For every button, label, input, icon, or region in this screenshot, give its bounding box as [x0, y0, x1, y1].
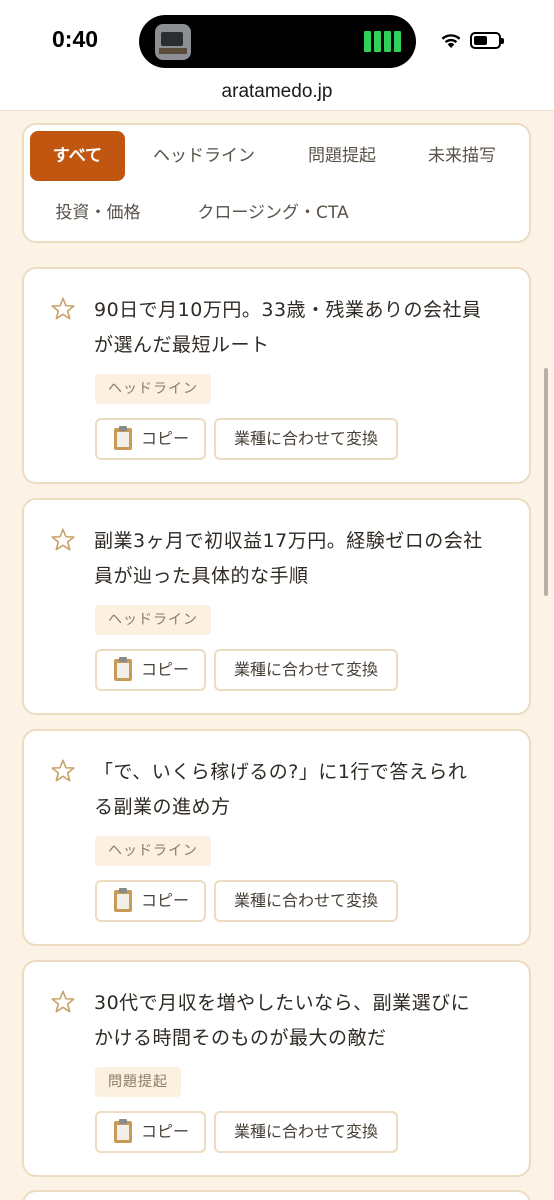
copy-button[interactable]: コピー	[95, 649, 206, 691]
star-icon[interactable]	[50, 527, 76, 553]
url-text[interactable]: aratamedo.jp	[222, 81, 333, 102]
clipboard-icon	[114, 1119, 132, 1143]
headline-line: 員が辿った具体的な手順	[94, 565, 309, 587]
article-headline: 90日で月10万円。33歳・残業ありの会社員 が選んだ最短ルート	[94, 293, 514, 363]
filter-all[interactable]: すべて	[30, 131, 125, 181]
filter-future[interactable]: 未来描写	[407, 131, 517, 181]
filter-headline[interactable]: ヘッドライン	[137, 131, 271, 181]
now-playing-thumbnail	[155, 24, 191, 60]
filter-closing[interactable]: クロージング・CTA	[176, 188, 370, 238]
category-tag: ヘッドライン	[95, 374, 211, 404]
article-headline: 「で、いくら稼げるの?」に1行で答えられ る副業の進め方	[94, 755, 514, 825]
dynamic-island[interactable]	[139, 15, 416, 68]
headline-line: 30代で月収を増やしたいなら、副業選びに	[94, 992, 471, 1014]
status-bar: 0:40	[0, 0, 554, 76]
article-card: 「で、いくら稼げるの?」に1行で答えられ る副業の進め方 ヘッドライン コピー …	[22, 729, 531, 946]
scrollbar[interactable]	[544, 368, 548, 596]
category-tag: ヘッドライン	[95, 605, 211, 635]
convert-button[interactable]: 業種に合わせて変換	[214, 1111, 398, 1153]
status-time: 0:40	[52, 26, 99, 52]
headline-line: が選んだ最短ルート	[94, 334, 270, 356]
copy-label: コピー	[141, 660, 190, 679]
copy-button[interactable]: コピー	[95, 880, 206, 922]
star-icon[interactable]	[50, 296, 76, 322]
category-tag: ヘッドライン	[95, 836, 211, 866]
category-filter: すべて ヘッドライン 問題提起 未来描写 投資・価格 クロージング・CTA	[22, 123, 531, 243]
clipboard-icon	[114, 888, 132, 912]
headline-line: 副業3ヶ月で初収益17万円。経験ゼロの会社	[94, 530, 483, 552]
category-tag: 問題提起	[95, 1067, 181, 1097]
copy-button[interactable]: コピー	[95, 418, 206, 460]
convert-button[interactable]: 業種に合わせて変換	[214, 649, 398, 691]
article-card: 90日で月10万円。33歳・残業ありの会社員 が選んだ最短ルート ヘッドライン …	[22, 267, 531, 484]
article-headline: 30代で月収を増やしたいなら、副業選びに かける時間そのものが最大の敵だ	[94, 986, 514, 1056]
convert-button[interactable]: 業種に合わせて変換	[214, 418, 398, 460]
copy-button[interactable]: コピー	[95, 1111, 206, 1153]
address-bar[interactable]: aratamedo.jp	[0, 76, 554, 111]
headline-line: 90日で月10万円。33歳・残業ありの会社員	[94, 299, 482, 321]
star-icon[interactable]	[50, 758, 76, 784]
battery-icon	[470, 32, 504, 49]
headline-line: る副業の進め方	[94, 796, 231, 818]
star-icon[interactable]	[50, 989, 76, 1015]
copy-label: コピー	[141, 891, 190, 910]
headline-line: 「で、いくら稼げるの?」に1行で答えられ	[94, 761, 468, 783]
convert-button[interactable]: 業種に合わせて変換	[214, 880, 398, 922]
wifi-icon	[441, 34, 461, 48]
copy-label: コピー	[141, 1122, 190, 1141]
filter-problem[interactable]: 問題提起	[287, 131, 397, 181]
article-card	[22, 1190, 531, 1200]
copy-label: コピー	[141, 429, 190, 448]
article-card: 30代で月収を増やしたいなら、副業選びに かける時間そのものが最大の敵だ 問題提…	[22, 960, 531, 1177]
filter-price[interactable]: 投資・価格	[36, 188, 160, 238]
article-card: 副業3ヶ月で初収益17万円。経験ゼロの会社 員が辿った具体的な手順 ヘッドライン…	[22, 498, 531, 715]
article-headline: 副業3ヶ月で初収益17万円。経験ゼロの会社 員が辿った具体的な手順	[94, 524, 514, 594]
clipboard-icon	[114, 426, 132, 450]
headline-line: かける時間そのものが最大の敵だ	[94, 1027, 387, 1049]
clipboard-icon	[114, 657, 132, 681]
activity-indicator-icon	[364, 31, 401, 52]
